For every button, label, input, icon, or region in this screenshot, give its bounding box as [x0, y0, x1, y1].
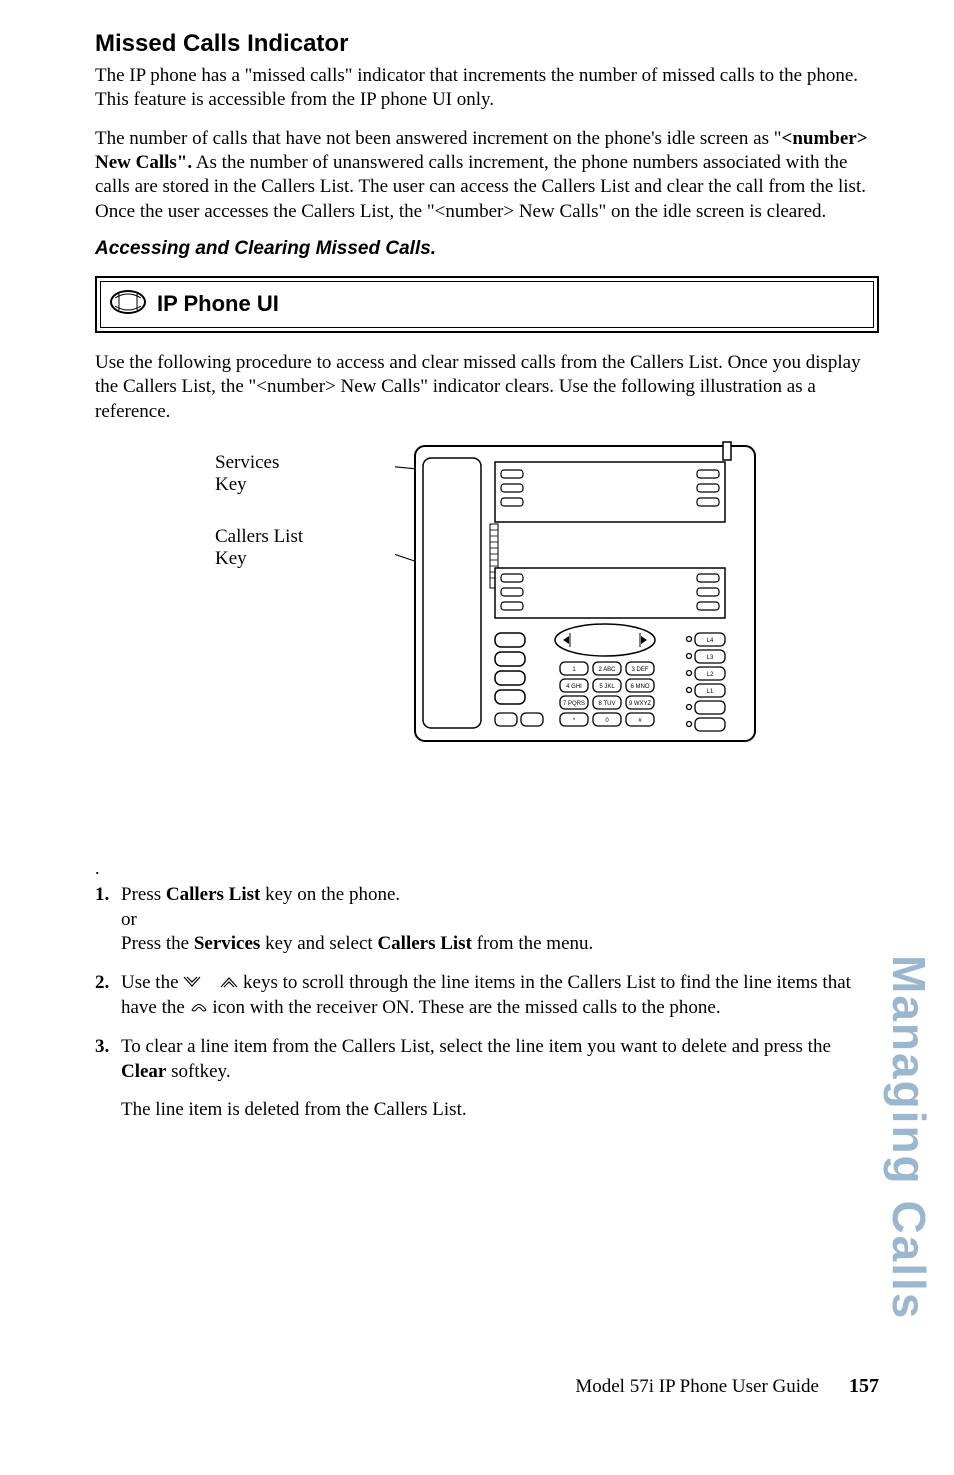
svg-text:L4: L4	[707, 638, 714, 644]
footer-title: Model 57i IP Phone User Guide	[575, 1376, 819, 1398]
paragraph-intro: The IP phone has a "missed calls" indica…	[95, 64, 879, 113]
svg-text:L3: L3	[707, 655, 714, 661]
svg-text:7 PQRS: 7 PQRS	[563, 701, 585, 707]
svg-text:2 ABC: 2 ABC	[598, 667, 616, 673]
section-title: Missed Calls Indicator	[95, 30, 879, 58]
text-fragment: As the number of unanswered calls increm…	[95, 152, 866, 222]
page: Missed Calls Indicator The IP phone has …	[0, 0, 954, 1420]
phone-illustration: Services Key Callers List Key	[215, 438, 775, 778]
step-2: 2. Use the keys to scroll through the li…	[95, 971, 879, 1021]
svg-text:L1: L1	[707, 689, 714, 695]
svg-text:5 JKL: 5 JKL	[599, 684, 615, 690]
footer-page-number: 157	[849, 1375, 879, 1398]
svg-text:4 GHI: 4 GHI	[566, 684, 582, 690]
step-number: 3.	[95, 1035, 121, 1123]
text-fragment: The number of calls that have not been a…	[95, 128, 782, 149]
ip-phone-ui-box: IP Phone UI	[95, 276, 879, 333]
step-1: 1. Press Callers List key on the phone. …	[95, 883, 879, 957]
label-callers-list-key: Callers List Key	[215, 526, 303, 570]
ip-phone-ui-box-inner: IP Phone UI	[100, 281, 874, 328]
svg-text:L2: L2	[707, 672, 714, 678]
step-body: Press Callers List key on the phone. or …	[121, 883, 879, 957]
paragraph-idle-screen: The number of calls that have not been a…	[95, 127, 879, 224]
svg-text:3 DEF: 3 DEF	[631, 667, 648, 673]
ip-phone-ui-label: IP Phone UI	[157, 291, 279, 317]
step-body: Use the keys to scroll through the line …	[121, 971, 879, 1021]
phone-device-svg: 12 ABC3 DEF 4 GHI5 JKL6 MNO 7 PQRS8 TUV9…	[395, 438, 775, 758]
step-0-dot: .	[95, 858, 879, 879]
step-3: 3. To clear a line item from the Callers…	[95, 1035, 879, 1123]
svg-text:6 MNO: 6 MNO	[630, 684, 649, 690]
receiver-icon	[190, 996, 208, 1021]
step-number: 2.	[95, 971, 121, 1021]
scroll-down-icon	[183, 971, 201, 996]
svg-text:8 TUV: 8 TUV	[599, 701, 616, 707]
page-footer: Model 57i IP Phone User Guide 157	[0, 1375, 954, 1398]
phone-ui-icon	[109, 288, 147, 321]
scroll-up-icon	[220, 971, 238, 996]
steps-list: . 1. Press Callers List key on the phone…	[95, 858, 879, 1123]
side-tab-managing-calls: Managing Calls	[882, 955, 936, 1320]
svg-text:9 WXYZ: 9 WXYZ	[629, 701, 652, 707]
step-number: 1.	[95, 883, 121, 957]
paragraph-procedure: Use the following procedure to access an…	[95, 351, 879, 424]
step-body: To clear a line item from the Callers Li…	[121, 1035, 879, 1123]
subheading-accessing: Accessing and Clearing Missed Calls.	[95, 238, 879, 260]
label-services-key: Services Key	[215, 452, 279, 496]
